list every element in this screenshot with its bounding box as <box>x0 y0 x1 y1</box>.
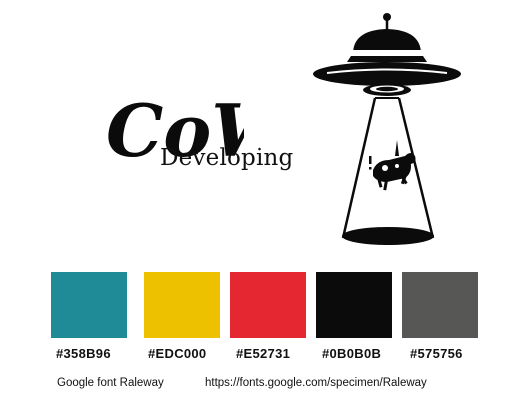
ufo-abducting-cow-icon <box>305 10 485 252</box>
swatch-label-yellow: #EDC000 <box>148 346 207 361</box>
swatch-red <box>230 272 306 338</box>
swatch-yellow <box>144 272 220 338</box>
font-url-link[interactable]: https://fonts.google.com/specimen/Ralewa… <box>205 377 427 389</box>
font-note: Google font Raleway <box>57 377 164 389</box>
swatch-black <box>316 272 392 338</box>
swatch-gray <box>402 272 478 338</box>
swatch-label-black: #0B0B0B <box>322 346 382 361</box>
brand-subtitle: Developing <box>160 145 294 171</box>
swatch-teal <box>51 272 127 338</box>
swatch-label-teal: #358B96 <box>56 346 111 361</box>
palette-page: CoW Developing <box>0 0 532 411</box>
swatch-label-red: #E52731 <box>236 346 291 361</box>
swatch-label-gray: #575756 <box>410 346 463 361</box>
